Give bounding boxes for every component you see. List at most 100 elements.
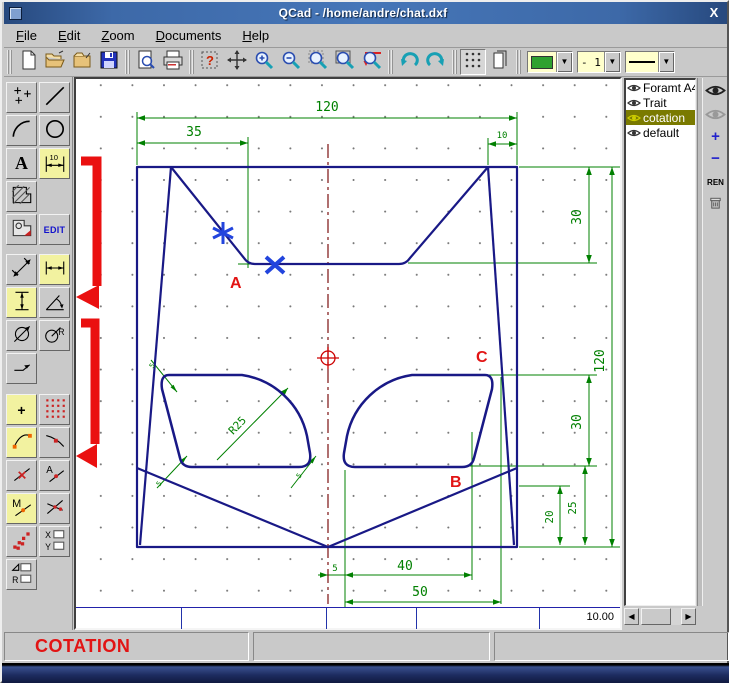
delete-layer-button[interactable]	[705, 192, 726, 212]
dim-aligned-tool[interactable]	[6, 254, 37, 285]
menu-edit[interactable]: Edit	[49, 26, 89, 45]
draft-mode-button[interactable]	[487, 49, 513, 75]
rename-layer-button[interactable]: REN	[705, 172, 726, 192]
chevron-down-icon[interactable]: ▼	[556, 52, 572, 72]
toolbar-handle[interactable]	[125, 50, 130, 74]
edit-button[interactable]: EDIT	[39, 214, 70, 245]
add-layer-button[interactable]: +	[705, 126, 726, 146]
import-file-button[interactable]	[69, 49, 95, 75]
snap-intersection-tool[interactable]	[39, 493, 70, 524]
print-preview-icon	[135, 49, 157, 76]
window-menu-icon[interactable]	[9, 7, 22, 20]
snap-auto-tool[interactable]: A	[39, 460, 70, 491]
close-button[interactable]: X	[704, 4, 724, 22]
pan-button[interactable]	[224, 49, 250, 75]
drawing-area[interactable]: 12035103012030202554050R25555 ABC	[76, 79, 620, 607]
open-file-icon	[44, 49, 66, 76]
print-button[interactable]	[160, 49, 186, 75]
center-mark	[317, 347, 339, 369]
layer-item-trait[interactable]: Trait	[626, 95, 695, 110]
hide-all-layers-button[interactable]	[705, 104, 726, 124]
leader-tool[interactable]	[6, 353, 37, 384]
scroll-right-icon[interactable]: ▶	[681, 608, 696, 625]
layer-list-vscrollbar[interactable]	[697, 78, 703, 606]
grid-toggle-button[interactable]	[460, 49, 486, 75]
print-preview-button[interactable]	[133, 49, 159, 75]
toolbar-handle[interactable]	[189, 50, 194, 74]
toolbar-handle[interactable]	[388, 50, 393, 74]
line-width-combobox[interactable]: - 1▼	[577, 51, 621, 73]
tool-palette: A10EDITR+AMXYR	[2, 77, 73, 630]
scroll-left-icon[interactable]: ◀	[624, 608, 639, 625]
snap-distance-tool[interactable]	[6, 526, 37, 557]
line-tool[interactable]	[39, 82, 70, 113]
circle-tool[interactable]	[39, 115, 70, 146]
redo-button[interactable]	[423, 49, 449, 75]
layer-item-cotation[interactable]: cotation	[626, 110, 695, 125]
svg-text:M: M	[12, 498, 21, 510]
edit-shape-tool[interactable]	[6, 214, 37, 245]
scroll-thumb[interactable]	[641, 608, 671, 625]
qcad-window: QCad - /home/andre/chat.dxf X FileEditZo…	[0, 0, 729, 683]
svg-text:Y: Y	[45, 542, 51, 552]
ruler-tick	[181, 608, 182, 629]
layer-item-foramt-a4[interactable]: Foramt A4	[626, 80, 695, 95]
zoom-out-button[interactable]	[278, 49, 304, 75]
coord-cartesian-tool[interactable]: XY	[39, 526, 70, 557]
chevron-down-icon[interactable]: ▼	[604, 52, 620, 72]
menu-zoom[interactable]: Zoom	[92, 26, 143, 45]
toolbar-handle[interactable]	[452, 50, 457, 74]
menu-documents[interactable]: Documents	[147, 26, 231, 45]
dimension-label: 5	[332, 564, 337, 574]
toolbar-handle[interactable]	[7, 50, 12, 74]
undo-button[interactable]	[396, 49, 422, 75]
points-tool[interactable]	[6, 82, 37, 113]
layer-item-default[interactable]: default	[626, 125, 695, 140]
redraw-button[interactable]: ?	[197, 49, 223, 75]
menu-bar: FileEditZoomDocumentsHelp	[4, 24, 727, 48]
menu-help[interactable]: Help	[233, 26, 278, 45]
snap-on-entity-tool[interactable]	[39, 427, 70, 458]
canvas-ruler: 10.00	[76, 607, 620, 628]
svg-text:?: ?	[206, 53, 214, 68]
snap-endpoint-tool[interactable]	[6, 427, 37, 458]
zoom-in-button[interactable]	[251, 49, 277, 75]
layer-list[interactable]: Foramt A4Traitcotationdefault	[624, 78, 696, 606]
save-file-button[interactable]	[96, 49, 122, 75]
zoom-window-button[interactable]	[305, 49, 331, 75]
layer-list-hscrollbar[interactable]: ◀ ▶	[624, 608, 696, 625]
dimension-tool[interactable]: 10	[39, 148, 70, 179]
hatch-tool[interactable]	[6, 181, 37, 212]
svg-text:R: R	[12, 575, 18, 585]
snap-free-tool[interactable]: +	[6, 394, 37, 425]
line-icon	[43, 84, 67, 111]
dimension-lines	[137, 112, 620, 607]
left-cheek-line	[140, 167, 171, 545]
chevron-down-icon[interactable]: ▼	[658, 52, 674, 72]
coord-polar-tool[interactable]: R	[6, 559, 37, 590]
line-style-combobox[interactable]: ▼	[625, 51, 675, 73]
zoom-previous-button[interactable]	[359, 49, 385, 75]
show-all-layers-button[interactable]	[705, 80, 726, 100]
dim-horizontal-tool[interactable]	[39, 254, 70, 285]
dim-vertical-tool[interactable]	[6, 287, 37, 318]
toolbar-handle[interactable]	[516, 50, 521, 74]
svg-text:A: A	[46, 465, 53, 476]
dim-diametric-tool[interactable]	[6, 320, 37, 351]
text-tool[interactable]: A	[6, 148, 37, 179]
menu-file[interactable]: File	[7, 26, 46, 45]
trash-icon	[708, 195, 723, 210]
arrow-to-snap-tools	[76, 444, 97, 468]
title-bar[interactable]: QCad - /home/andre/chat.dxf X	[4, 2, 727, 24]
open-file-button[interactable]	[42, 49, 68, 75]
dim-radial-tool[interactable]: R	[39, 320, 70, 351]
arc-tool[interactable]	[6, 115, 37, 146]
snap-center-tool[interactable]	[6, 460, 37, 491]
snap-grid-tool[interactable]	[39, 394, 70, 425]
zoom-auto-button[interactable]	[332, 49, 358, 75]
color-combobox[interactable]: ▼	[527, 51, 573, 73]
dim-angular-tool[interactable]	[39, 287, 70, 318]
remove-layer-button[interactable]: −	[705, 148, 726, 168]
new-file-button[interactable]	[15, 49, 41, 75]
snap-middle-tool[interactable]: M	[6, 493, 37, 524]
